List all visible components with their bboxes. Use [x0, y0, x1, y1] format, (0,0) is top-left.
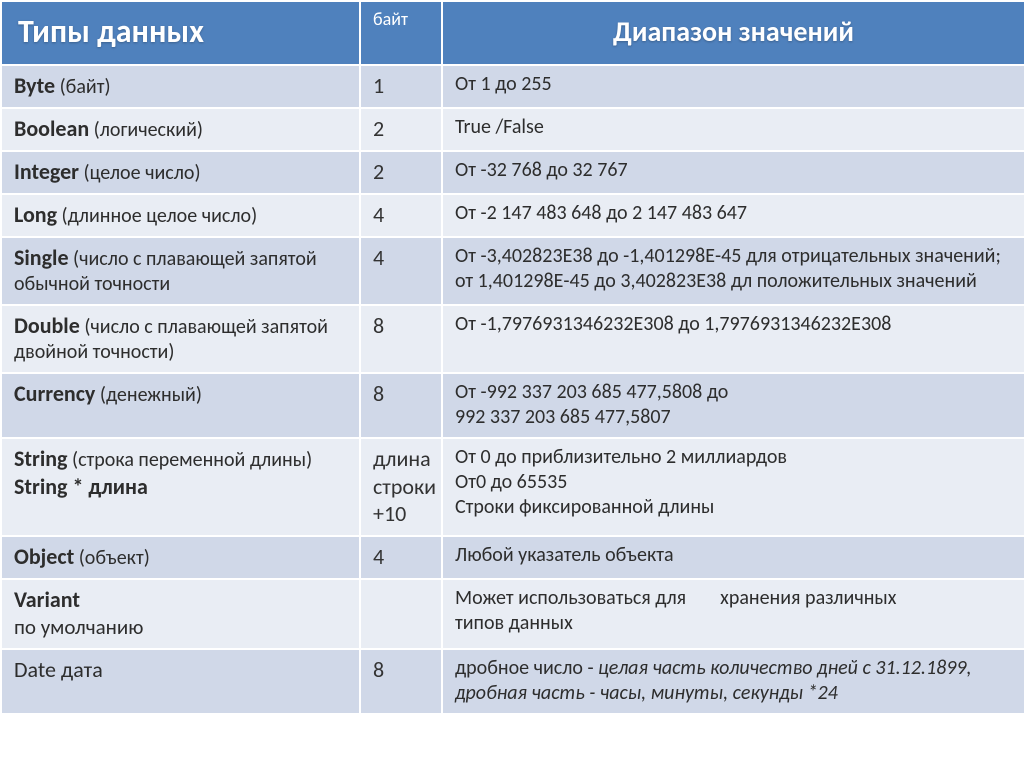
type-name: Long [14, 201, 57, 228]
type-cell: Boolean (логический) [1, 108, 360, 151]
range-line: дробное число - [455, 656, 598, 680]
range-line: Строки фиксированной длины [455, 495, 714, 519]
type-cell: Date дата [1, 649, 360, 714]
table-row: Boolean (логический) 2 True /False [1, 108, 1024, 151]
type-desc: (длинное целое число) [57, 204, 257, 228]
type-extra: по умолчанию [14, 614, 143, 640]
type-cell: Integer (целое число) [1, 151, 360, 194]
bytes-cell: 4 [360, 536, 442, 579]
table-row: Currency (денежный) 8 От -992 337 203 68… [1, 373, 1024, 438]
bytes-cell: 4 [360, 237, 442, 305]
type-cell: Double (число с плавающей запятой двойно… [1, 305, 360, 373]
table-row: Single (число с плавающей запятой обычно… [1, 237, 1024, 305]
bytes-cell: 1 [360, 65, 442, 108]
range-line: От -3,402823Е38 до -1,401298Е-45 для отр… [455, 244, 1001, 268]
table-row: Integer (целое число) 2 От -32 768 до 32… [1, 151, 1024, 194]
table-header-row: Типы данных байт Диапазон значений [1, 1, 1024, 65]
type-name: Single [14, 244, 69, 271]
table-row: Variant по умолчанию Может использоватьс… [1, 579, 1024, 649]
range-cell: Любой указатель объекта [442, 536, 1024, 579]
type-name: Variant [14, 586, 80, 613]
range-line: От0 до 65535 [455, 470, 567, 494]
type-cell: Long (длинное целое число) [1, 194, 360, 237]
bytes-cell: длина строки +10 [360, 438, 442, 536]
bytes-cell: 8 [360, 373, 442, 438]
type-desc: (строка переменной длины) [68, 448, 313, 472]
table-row: Byte (байт) 1 От 1 до 255 [1, 65, 1024, 108]
bytes-cell [360, 579, 442, 649]
type-desc: (логический) [89, 118, 203, 142]
table-row: String (строка переменной длины) String … [1, 438, 1024, 536]
range-cell: От -3,402823Е38 до -1,401298Е-45 для отр… [442, 237, 1024, 305]
type-cell: Object (объект) [1, 536, 360, 579]
header-bytes: байт [360, 1, 442, 65]
range-line: хранения различных [720, 586, 896, 610]
type-cell: Variant по умолчанию [1, 579, 360, 649]
table-row: Double (число с плавающей запятой двойно… [1, 305, 1024, 373]
type-name: Boolean [14, 115, 89, 142]
header-range: Диапазон значений [442, 1, 1024, 65]
range-cell: Может использоваться для хранения различн… [442, 579, 1024, 649]
bytes-cell: 8 [360, 649, 442, 714]
range-cell: дробное число - целая часть количество д… [442, 649, 1024, 714]
type-name: Currency [14, 380, 95, 407]
range-cell: От -1,7976931346232Е308 до 1,79769313462… [442, 305, 1024, 373]
range-cell: True /False [442, 108, 1024, 151]
table-row: Long (длинное целое число) 4 От -2 147 4… [1, 194, 1024, 237]
bytes-cell: 2 [360, 108, 442, 151]
type-desc: (байт) [55, 75, 110, 99]
range-line: 992 337 203 685 477,5807 [455, 405, 671, 429]
range-cell: От -32 768 до 32 767 [442, 151, 1024, 194]
range-line: Может использоваться для [455, 586, 686, 610]
range-line: От -992 337 203 685 477,5808 до [455, 380, 728, 404]
type-cell: Currency (денежный) [1, 373, 360, 438]
range-cell: От 1 до 255 [442, 65, 1024, 108]
bytes-cell: 2 [360, 151, 442, 194]
table-row: Date дата 8 дробное число - целая часть … [1, 649, 1024, 714]
range-line: типов данных [455, 611, 573, 635]
type-cell: String (строка переменной длины) String … [1, 438, 360, 536]
type-name: Integer [14, 158, 79, 185]
type-name: Object [14, 543, 74, 570]
type-desc: (денежный) [95, 383, 202, 407]
range-line: от 1,401298Е-45 до 3,402823Е38 дл положи… [455, 269, 977, 293]
range-line: От 0 до приблизительно 2 миллиардов [455, 445, 787, 469]
type-name: Byte [14, 72, 55, 99]
range-cell: От -2 147 483 648 до 2 147 483 647 [442, 194, 1024, 237]
type-name: String [14, 445, 68, 472]
type-name: Double [14, 312, 80, 339]
type-desc: (объект) [74, 546, 150, 570]
type-desc: (целое число) [79, 161, 201, 185]
type-name-secondary: String * длина [14, 473, 148, 500]
table-row: Object (объект) 4 Любой указатель объект… [1, 536, 1024, 579]
range-cell: От 0 до приблизительно 2 миллиардов От0 … [442, 438, 1024, 536]
bytes-cell: 4 [360, 194, 442, 237]
type-cell: Byte (байт) [1, 65, 360, 108]
type-name: Date дата [14, 656, 103, 683]
range-cell: От -992 337 203 685 477,5808 до 992 337 … [442, 373, 1024, 438]
data-types-table: Типы данных байт Диапазон значений Byte … [0, 0, 1024, 715]
header-types: Типы данных [1, 1, 360, 65]
type-cell: Single (число с плавающей запятой обычно… [1, 237, 360, 305]
bytes-cell: 8 [360, 305, 442, 373]
